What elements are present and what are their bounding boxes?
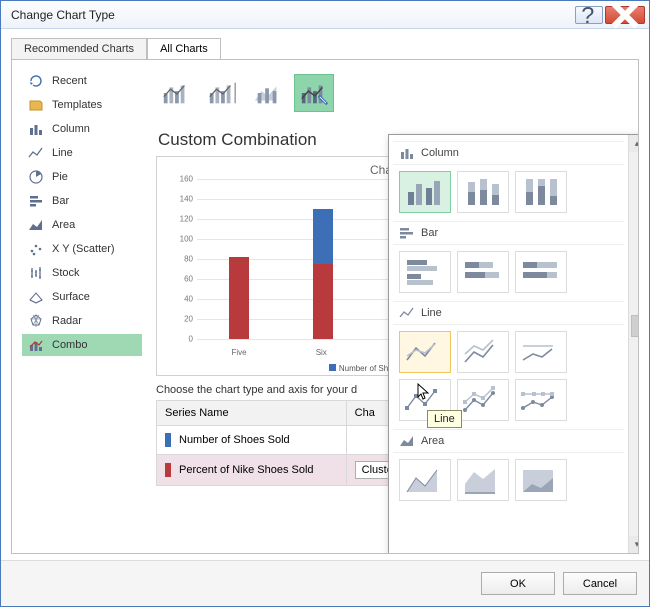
- dd-item-line[interactable]: [399, 331, 451, 373]
- dd-item-area[interactable]: [399, 459, 451, 501]
- sidebar-item-label: Recent: [52, 75, 87, 87]
- sidebar-item-bar[interactable]: Bar: [22, 190, 142, 212]
- sidebar-item-label: Radar: [52, 315, 82, 327]
- recent-icon: [28, 73, 44, 89]
- help-icon: ?: [576, 2, 602, 28]
- sidebar-item-label: Line: [52, 147, 73, 159]
- series-swatch-icon: [165, 433, 171, 447]
- subtype-clustered-line-secondary[interactable]: [202, 74, 242, 112]
- area-icon: [28, 217, 44, 233]
- dd-item-100-stacked-area[interactable]: [515, 459, 567, 501]
- chart-type-dropdown: Column Bar: [388, 134, 639, 554]
- templates-icon: [28, 97, 44, 113]
- tooltip: Line: [427, 410, 462, 428]
- change-chart-type-dialog: Change Chart Type ? Recommended Charts A…: [0, 0, 650, 607]
- dd-item-stacked-area[interactable]: [457, 459, 509, 501]
- pie-icon: [28, 169, 44, 185]
- sidebar-item-area[interactable]: Area: [22, 214, 142, 236]
- sidebar-item-label: Stock: [52, 267, 80, 279]
- sidebar-item-label: Pie: [52, 171, 68, 183]
- combo-subtype-row: [156, 74, 628, 112]
- sidebar-item-label: Surface: [52, 291, 90, 303]
- scroll-thumb[interactable]: [631, 315, 639, 337]
- dd-item-100-stacked-line[interactable]: [515, 331, 567, 373]
- dialog-footer: OK Cancel: [1, 560, 649, 606]
- sidebar-item-label: Templates: [52, 99, 102, 111]
- scroll-down-icon[interactable]: ▾: [629, 536, 639, 553]
- line-icon: [399, 306, 415, 320]
- bar-icon: [28, 193, 44, 209]
- sidebar-item-column[interactable]: Column: [22, 118, 142, 140]
- stock-icon: [28, 265, 44, 281]
- chart-category-sidebar: Recent Templates Column Line Pie: [22, 70, 142, 543]
- dd-item-clustered-column[interactable]: [399, 171, 451, 213]
- dialog-body: Recommended Charts All Charts Recent Tem…: [1, 29, 649, 560]
- window-title: Change Chart Type: [11, 8, 573, 22]
- subtype-custom[interactable]: [294, 74, 334, 112]
- dd-section-line: Line: [393, 301, 624, 325]
- all-charts-panel: Recent Templates Column Line Pie: [11, 59, 639, 554]
- dd-item-stacked-column[interactable]: [457, 171, 509, 213]
- area-icon: [399, 434, 415, 448]
- scrollbar[interactable]: ▴ ▾: [628, 135, 639, 553]
- dd-section-area: Area: [393, 429, 624, 453]
- dd-item-clustered-bar[interactable]: [399, 251, 451, 293]
- scroll-up-icon[interactable]: ▴: [629, 135, 639, 152]
- sidebar-item-radar[interactable]: Radar: [22, 310, 142, 332]
- column-icon: [28, 121, 44, 137]
- dd-item-100-stacked-line-markers[interactable]: [515, 379, 567, 421]
- radar-icon: [28, 313, 44, 329]
- cancel-button[interactable]: Cancel: [563, 572, 637, 595]
- sidebar-item-scatter[interactable]: X Y (Scatter): [22, 238, 142, 260]
- dd-item-stacked-line-markers[interactable]: [457, 379, 509, 421]
- tab-row: Recommended Charts All Charts: [11, 35, 639, 59]
- sidebar-item-templates[interactable]: Templates: [22, 94, 142, 116]
- sidebar-item-recent[interactable]: Recent: [22, 70, 142, 92]
- sidebar-item-combo[interactable]: Combo: [22, 334, 142, 356]
- tab-all-charts[interactable]: All Charts: [147, 38, 221, 60]
- titlebar: Change Chart Type ?: [1, 1, 649, 29]
- dd-section-bar: Bar: [393, 221, 624, 245]
- sidebar-item-label: Combo: [52, 339, 87, 351]
- sidebar-item-stock[interactable]: Stock: [22, 262, 142, 284]
- series-swatch-icon: [165, 463, 171, 477]
- dd-item-stacked-line[interactable]: [457, 331, 509, 373]
- sidebar-item-pie[interactable]: Pie: [22, 166, 142, 188]
- ok-button[interactable]: OK: [481, 572, 555, 595]
- help-button[interactable]: ?: [575, 6, 603, 24]
- sidebar-item-label: Column: [52, 123, 90, 135]
- close-button[interactable]: [605, 6, 645, 24]
- dd-item-stacked-bar[interactable]: [457, 251, 509, 293]
- sidebar-item-surface[interactable]: Surface: [22, 286, 142, 308]
- dropdown-scroll-area: Column Bar: [389, 135, 628, 553]
- line-icon: [28, 145, 44, 161]
- scatter-icon: [28, 241, 44, 257]
- sidebar-item-label: Area: [52, 219, 75, 231]
- svg-text:?: ?: [581, 2, 594, 28]
- column-icon: [399, 146, 415, 160]
- sidebar-item-label: X Y (Scatter): [52, 243, 115, 255]
- col-series-name: Series Name: [157, 401, 347, 426]
- combo-icon: [28, 337, 44, 353]
- sidebar-item-label: Bar: [52, 195, 69, 207]
- sidebar-item-line[interactable]: Line: [22, 142, 142, 164]
- dd-section-column: Column: [393, 141, 624, 165]
- bar-icon: [399, 226, 415, 240]
- surface-icon: [28, 289, 44, 305]
- tab-recommended[interactable]: Recommended Charts: [11, 38, 147, 60]
- subtype-stacked-area-column[interactable]: [248, 74, 288, 112]
- dd-item-100-stacked-bar[interactable]: [515, 251, 567, 293]
- dd-item-100-stacked-column[interactable]: [515, 171, 567, 213]
- subtype-clustered-line[interactable]: [156, 74, 196, 112]
